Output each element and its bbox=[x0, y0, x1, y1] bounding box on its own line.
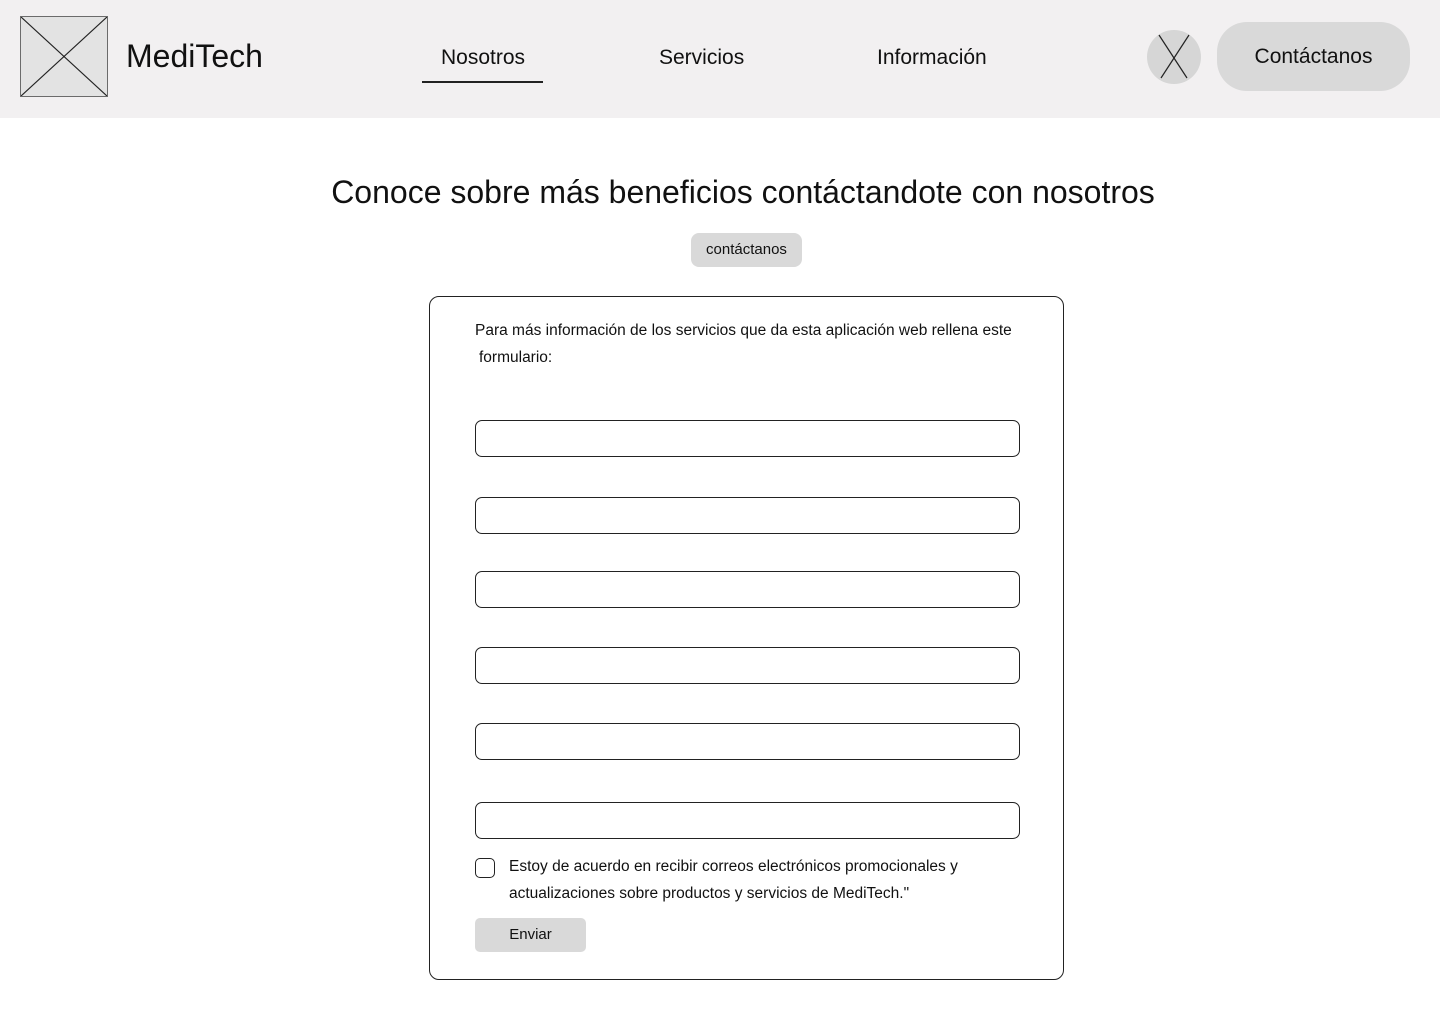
active-nav-indicator bbox=[422, 81, 543, 83]
consent-label: Estoy de acuerdo en recibir correos elec… bbox=[509, 853, 1009, 907]
nav-item-informacion[interactable]: Información bbox=[877, 44, 987, 72]
brand-name: MediTech bbox=[126, 38, 263, 74]
form-field-6[interactable] bbox=[475, 802, 1020, 839]
top-navbar: MediTech Nosotros Servicios Información … bbox=[0, 0, 1440, 118]
consent-label-line-2: actualizaciones sobre productos y servic… bbox=[509, 885, 910, 902]
avatar-placeholder-icon[interactable] bbox=[1147, 30, 1201, 84]
contact-tag-button[interactable]: contáctanos bbox=[691, 233, 802, 267]
contact-form: Para más información de los servicios qu… bbox=[429, 296, 1064, 980]
form-field-2[interactable] bbox=[475, 497, 1020, 534]
form-intro-line-1: Para más información de los servicios qu… bbox=[475, 322, 1012, 339]
image-placeholder-icon bbox=[20, 16, 108, 97]
contact-button[interactable]: Contáctanos bbox=[1217, 22, 1410, 91]
form-field-3[interactable] bbox=[475, 571, 1020, 608]
consent-checkbox[interactable] bbox=[475, 858, 495, 878]
page-title: Conoce sobre más beneficios contáctandot… bbox=[331, 174, 1155, 210]
form-intro-line-2: formulario: bbox=[479, 349, 553, 366]
consent-label-line-1: Estoy de acuerdo en recibir correos elec… bbox=[509, 858, 958, 875]
form-intro-text: Para más información de los servicios qu… bbox=[475, 317, 1035, 371]
nav-item-nosotros[interactable]: Nosotros bbox=[441, 44, 525, 72]
form-field-5[interactable] bbox=[475, 723, 1020, 760]
nav-item-servicios[interactable]: Servicios bbox=[659, 44, 744, 72]
form-field-4[interactable] bbox=[475, 647, 1020, 684]
form-field-1[interactable] bbox=[475, 420, 1020, 457]
submit-button[interactable]: Enviar bbox=[475, 918, 586, 952]
